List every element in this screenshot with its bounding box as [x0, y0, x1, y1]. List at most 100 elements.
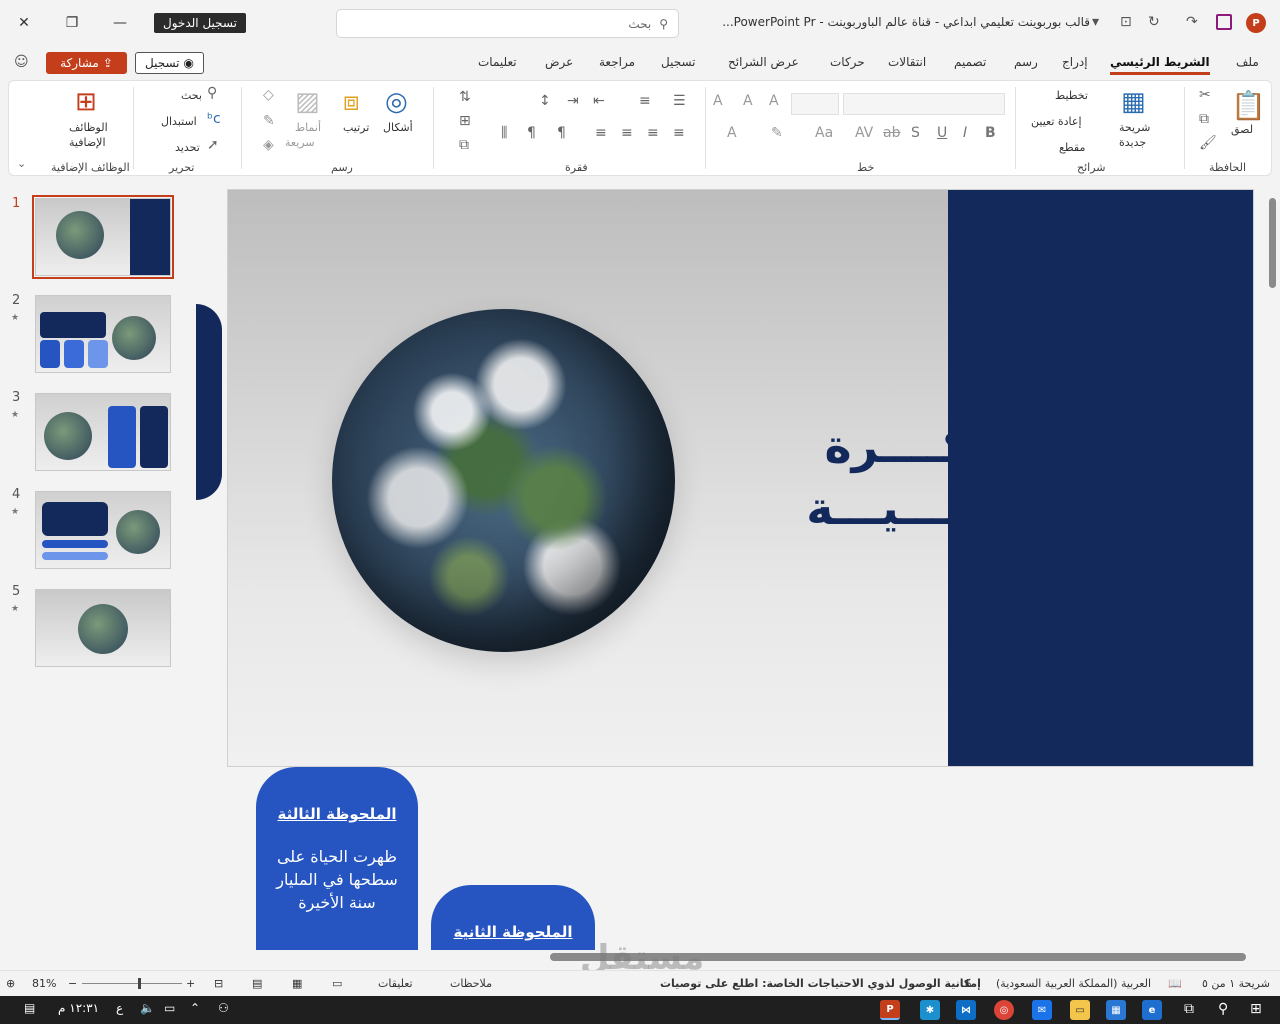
shapes-label[interactable]: أشكال	[383, 121, 413, 134]
volume-icon[interactable]: 🔈	[140, 1001, 155, 1015]
strikethrough-icon[interactable]: ab	[883, 125, 900, 141]
share-button[interactable]: مشاركة ⇪	[46, 52, 127, 74]
zoom-in-icon[interactable]: +	[186, 977, 195, 990]
language-indicator[interactable]: العربية (المملكة العربية السعودية)	[996, 977, 1151, 990]
text-direction-icon[interactable]: ⇅	[459, 89, 471, 105]
zoom-level[interactable]: 81%	[32, 977, 56, 990]
present-icon[interactable]: ⊡	[1120, 14, 1132, 30]
clock[interactable]: ١٢:٣١ م	[58, 1001, 99, 1015]
copy-icon[interactable]: ⧉	[1199, 111, 1209, 127]
quick-styles-icon[interactable]: ▨	[295, 87, 320, 117]
arrange-icon[interactable]: ⧈	[343, 87, 360, 118]
rtl-icon[interactable]: ¶	[557, 125, 566, 141]
quick-styles-label2[interactable]: سريعة	[285, 136, 315, 149]
format-painter-icon[interactable]: 🖌	[1199, 135, 1217, 151]
addins-icon[interactable]: ⊞	[75, 87, 97, 117]
powerpoint-taskbar-icon[interactable]: P	[880, 1000, 900, 1020]
signin-button[interactable]: تسجيل الدخول	[154, 13, 246, 33]
restore-icon[interactable]: ❐	[62, 10, 82, 36]
minimize-icon[interactable]: —	[110, 10, 130, 36]
layout-button[interactable]: تخطيط	[1055, 89, 1088, 102]
people-icon[interactable]: ⚇	[218, 1001, 229, 1015]
record-button[interactable]: تسجيل ◉	[135, 52, 204, 74]
feedback-icon[interactable]: ☺	[14, 54, 29, 70]
tab-transitions[interactable]: انتقالات	[888, 55, 926, 69]
tab-design[interactable]: تصميم	[954, 55, 986, 69]
tab-record[interactable]: تسجيل	[661, 55, 696, 69]
mail-icon[interactable]: ✉	[1032, 1000, 1052, 1020]
increase-indent-icon[interactable]: ⇥	[567, 93, 579, 109]
addins-label[interactable]: الوظائف	[69, 121, 108, 134]
addins-label2[interactable]: الإضافية	[69, 136, 106, 149]
shapes-icon[interactable]: ◎	[385, 87, 408, 117]
close-icon[interactable]: ✕	[14, 10, 34, 36]
spellcheck-icon[interactable]: 📖	[1168, 977, 1182, 990]
slideshow-view-icon[interactable]: ⊟	[214, 977, 223, 990]
slide-title[interactable]: الـــــكــــرة الارضـــــيـــة	[798, 415, 1108, 539]
file-explorer-icon[interactable]: ▭	[1070, 1000, 1090, 1020]
font-color-icon[interactable]: A	[727, 125, 737, 141]
columns-icon[interactable]: ⫼	[501, 125, 507, 141]
shrink-font-icon[interactable]: A	[743, 93, 753, 109]
customize-qat-icon[interactable]: ▾	[1092, 14, 1099, 30]
thumbnail-slide-3[interactable]	[35, 393, 171, 471]
cut-icon[interactable]: ✂	[1199, 87, 1211, 103]
network-icon[interactable]: ▭	[164, 1001, 175, 1015]
align-right-icon[interactable]: ≡	[673, 125, 685, 141]
horizontal-scrollbar[interactable]	[196, 950, 1266, 964]
quick-styles-label[interactable]: أنماط	[295, 121, 321, 134]
zoom-out-icon[interactable]: −	[68, 977, 77, 990]
line-spacing-icon[interactable]: ↕	[539, 93, 551, 109]
ltr-icon[interactable]: ¶	[527, 125, 536, 141]
offslide-navy-shape[interactable]	[196, 304, 222, 500]
thumbnail-slide-5[interactable]	[35, 589, 171, 667]
clear-format-icon[interactable]: A	[713, 93, 723, 109]
tab-home[interactable]: الشريط الرئيسي	[1110, 55, 1210, 75]
section-button[interactable]: مقطع	[1059, 141, 1085, 154]
collapse-ribbon-icon[interactable]: ⌄	[17, 157, 26, 170]
shadow-icon[interactable]: S	[911, 125, 920, 141]
notifications-icon[interactable]: ▤	[24, 1001, 35, 1015]
tab-animations[interactable]: حركات	[830, 55, 865, 69]
vertical-scrollbar[interactable]	[1266, 180, 1280, 950]
paste-icon[interactable]: 📋	[1231, 89, 1266, 122]
reset-button[interactable]: إعادة تعيين	[1031, 115, 1082, 128]
replace-button[interactable]: استبدال	[161, 115, 197, 128]
smartart-icon[interactable]: ⧉	[459, 137, 469, 153]
slide-sorter-icon[interactable]: ▦	[292, 977, 302, 990]
select-button[interactable]: تحديد	[175, 141, 200, 154]
store-icon[interactable]: ▦	[1106, 1000, 1126, 1020]
earth-globe-image[interactable]	[332, 309, 675, 652]
note-card-second[interactable]: الملحوظة الثانية	[431, 885, 595, 950]
tab-insert[interactable]: إدراج	[1062, 55, 1088, 69]
tab-help[interactable]: تعليمات	[478, 55, 517, 69]
shape-fill-icon[interactable]: ◇	[263, 87, 274, 103]
edge-icon[interactable]: e	[1142, 1000, 1162, 1020]
paste-label[interactable]: لصق	[1231, 123, 1253, 136]
save-icon[interactable]	[1216, 14, 1232, 30]
new-slide-label[interactable]: شريحة	[1119, 121, 1150, 134]
tab-draw[interactable]: رسم	[1014, 55, 1038, 69]
shape-outline-icon[interactable]: ✎	[263, 113, 275, 129]
tab-view[interactable]: عرض	[545, 55, 573, 69]
align-text-icon[interactable]: ⊞	[459, 113, 471, 129]
redo-icon[interactable]: ↻	[1148, 14, 1160, 30]
normal-view-icon[interactable]: ▭	[332, 977, 342, 990]
italic-icon[interactable]: I	[963, 125, 967, 141]
tab-file[interactable]: ملف	[1236, 55, 1259, 69]
undo-icon[interactable]: ↷	[1186, 14, 1198, 30]
char-spacing-icon[interactable]: AV	[855, 125, 873, 141]
vertical-scroll-thumb[interactable]	[1269, 198, 1276, 288]
tab-review[interactable]: مراجعة	[599, 55, 635, 69]
arrange-label[interactable]: ترتيب	[343, 121, 369, 134]
notes-button[interactable]: ملاحظات	[450, 977, 492, 990]
shape-effects-icon[interactable]: ◈	[263, 137, 274, 153]
thumbnail-slide-1[interactable]	[32, 195, 174, 279]
new-slide-icon[interactable]: ▦	[1121, 87, 1146, 117]
zoom-slider-thumb[interactable]	[138, 978, 141, 989]
fit-to-window-icon[interactable]: ⊕	[6, 977, 15, 990]
input-language[interactable]: ع	[116, 1001, 123, 1015]
numbering-icon[interactable]: ≡	[639, 93, 651, 109]
decrease-indent-icon[interactable]: ⇤	[593, 93, 605, 109]
show-hidden-icons[interactable]: ⌃	[190, 1001, 200, 1015]
